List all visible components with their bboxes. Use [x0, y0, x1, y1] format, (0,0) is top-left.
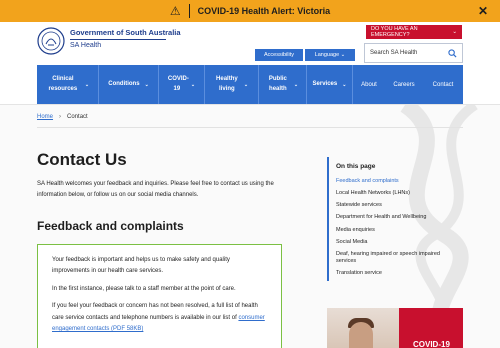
- chevron-right-icon: ›: [59, 114, 62, 120]
- site-header: Government of South Australia SA Health …: [0, 22, 500, 66]
- nav-label: Services: [312, 80, 338, 87]
- nav-label: Public health: [268, 75, 287, 92]
- covid-promo-tile[interactable]: COVID-19: [327, 308, 463, 348]
- nav-item-services[interactable]: Services ⌄: [307, 65, 353, 104]
- search-icon[interactable]: [448, 48, 457, 58]
- jump-link-feedback[interactable]: Feedback and complaints: [336, 178, 461, 185]
- government-name: Government of South Australia: [70, 28, 181, 37]
- chevron-down-icon: ⌄: [144, 81, 149, 88]
- org-name-block: Government of South Australia SA Health: [70, 28, 181, 49]
- feedback-callout-box: Your feedback is important and helps us …: [37, 244, 282, 348]
- nav-item-covid-19[interactable]: COVID-19 ⌄: [159, 65, 205, 104]
- jump-link-translation[interactable]: Translation service: [336, 270, 461, 277]
- chevron-down-icon: ⌄: [243, 81, 249, 88]
- callout-text: If you feel your feedback or concern has…: [52, 303, 258, 321]
- nav-item-clinical-resources[interactable]: Clinical resources ⌄: [37, 65, 99, 104]
- chevron-down-icon: ⌄: [84, 81, 90, 88]
- nav-item-conditions[interactable]: Conditions ⌄: [99, 65, 159, 104]
- nav-label: Conditions: [108, 80, 140, 87]
- nav-link-about[interactable]: About: [353, 65, 385, 104]
- breadcrumb-home-link[interactable]: Home: [37, 114, 53, 120]
- page-title: Contact Us: [37, 150, 127, 169]
- language-button[interactable]: Language ⌄: [305, 49, 355, 61]
- promo-text: COVID-19: [413, 340, 450, 348]
- nav-link-careers[interactable]: Careers: [385, 65, 423, 104]
- search-placeholder: Search SA Health: [370, 50, 418, 56]
- section-title-feedback: Feedback and complaints: [37, 219, 184, 233]
- nav-link-contact[interactable]: Contact: [423, 65, 463, 104]
- sa-crest-logo[interactable]: [37, 26, 65, 56]
- emergency-button[interactable]: DO YOU HAVE AN EMERGENCY? ⌄: [366, 25, 462, 39]
- chevron-down-icon: ⌄: [293, 81, 299, 88]
- nav-label: Clinical resources: [48, 75, 78, 92]
- main-nav: Clinical resources ⌄ Conditions ⌄ COVID-…: [37, 65, 463, 104]
- callout-paragraph: In the first instance, please talk to a …: [52, 285, 236, 292]
- callout-paragraph: Your feedback is important and helps us …: [52, 257, 230, 275]
- jump-link-lhns[interactable]: Local Health Networks (LHNs): [336, 190, 461, 197]
- warning-icon: ⚠: [169, 4, 181, 18]
- chevron-down-icon: ⌄: [190, 81, 196, 88]
- accessibility-button[interactable]: Accessibility: [255, 49, 303, 61]
- emergency-label: DO YOU HAVE AN EMERGENCY?: [371, 26, 418, 38]
- covid-alert-bar[interactable]: ⚠ COVID-19 Health Alert: Victoria ✕: [0, 0, 500, 22]
- panel-accent-bar: [327, 157, 329, 281]
- alert-text[interactable]: COVID-19 Health Alert: Victoria: [198, 6, 331, 16]
- intro-text: SA Health welcomes your feedback and inq…: [37, 181, 274, 199]
- close-icon[interactable]: ✕: [478, 4, 488, 18]
- nav-label: COVID-19: [167, 75, 189, 92]
- alert-divider: [188, 4, 190, 18]
- on-this-page-list: Feedback and complaints Local Health Net…: [336, 178, 461, 282]
- chevron-down-icon: ⌄: [452, 29, 457, 35]
- on-this-page-title: On this page: [336, 163, 376, 170]
- chevron-down-icon: ⌄: [342, 81, 347, 88]
- breadcrumb: Home › Contact: [37, 114, 88, 120]
- site-name: SA Health: [70, 42, 102, 49]
- nav-item-public-health[interactable]: Public health ⌄: [259, 65, 307, 104]
- callout-paragraph: If you feel your feedback or concern has…: [52, 301, 267, 335]
- jump-link-deaf-services[interactable]: Deaf, hearing impaired or speech impaire…: [336, 251, 461, 265]
- search-input[interactable]: Search SA Health: [364, 43, 463, 63]
- breadcrumb-current: Contact: [67, 114, 88, 120]
- nav-item-healthy-living[interactable]: Healthy living ⌄: [205, 65, 259, 104]
- jump-link-department[interactable]: Department for Health and Wellbeing: [336, 214, 461, 221]
- promo-photo: [327, 308, 399, 348]
- promo-photo-face: [349, 322, 373, 348]
- jump-link-social[interactable]: Social Media: [336, 239, 461, 246]
- org-divider: [70, 39, 166, 40]
- breadcrumb-divider: [37, 127, 463, 128]
- nav-label: Healthy living: [216, 75, 238, 92]
- jump-link-media[interactable]: Media enquiries: [336, 227, 461, 234]
- jump-link-statewide[interactable]: Statewide services: [336, 202, 461, 209]
